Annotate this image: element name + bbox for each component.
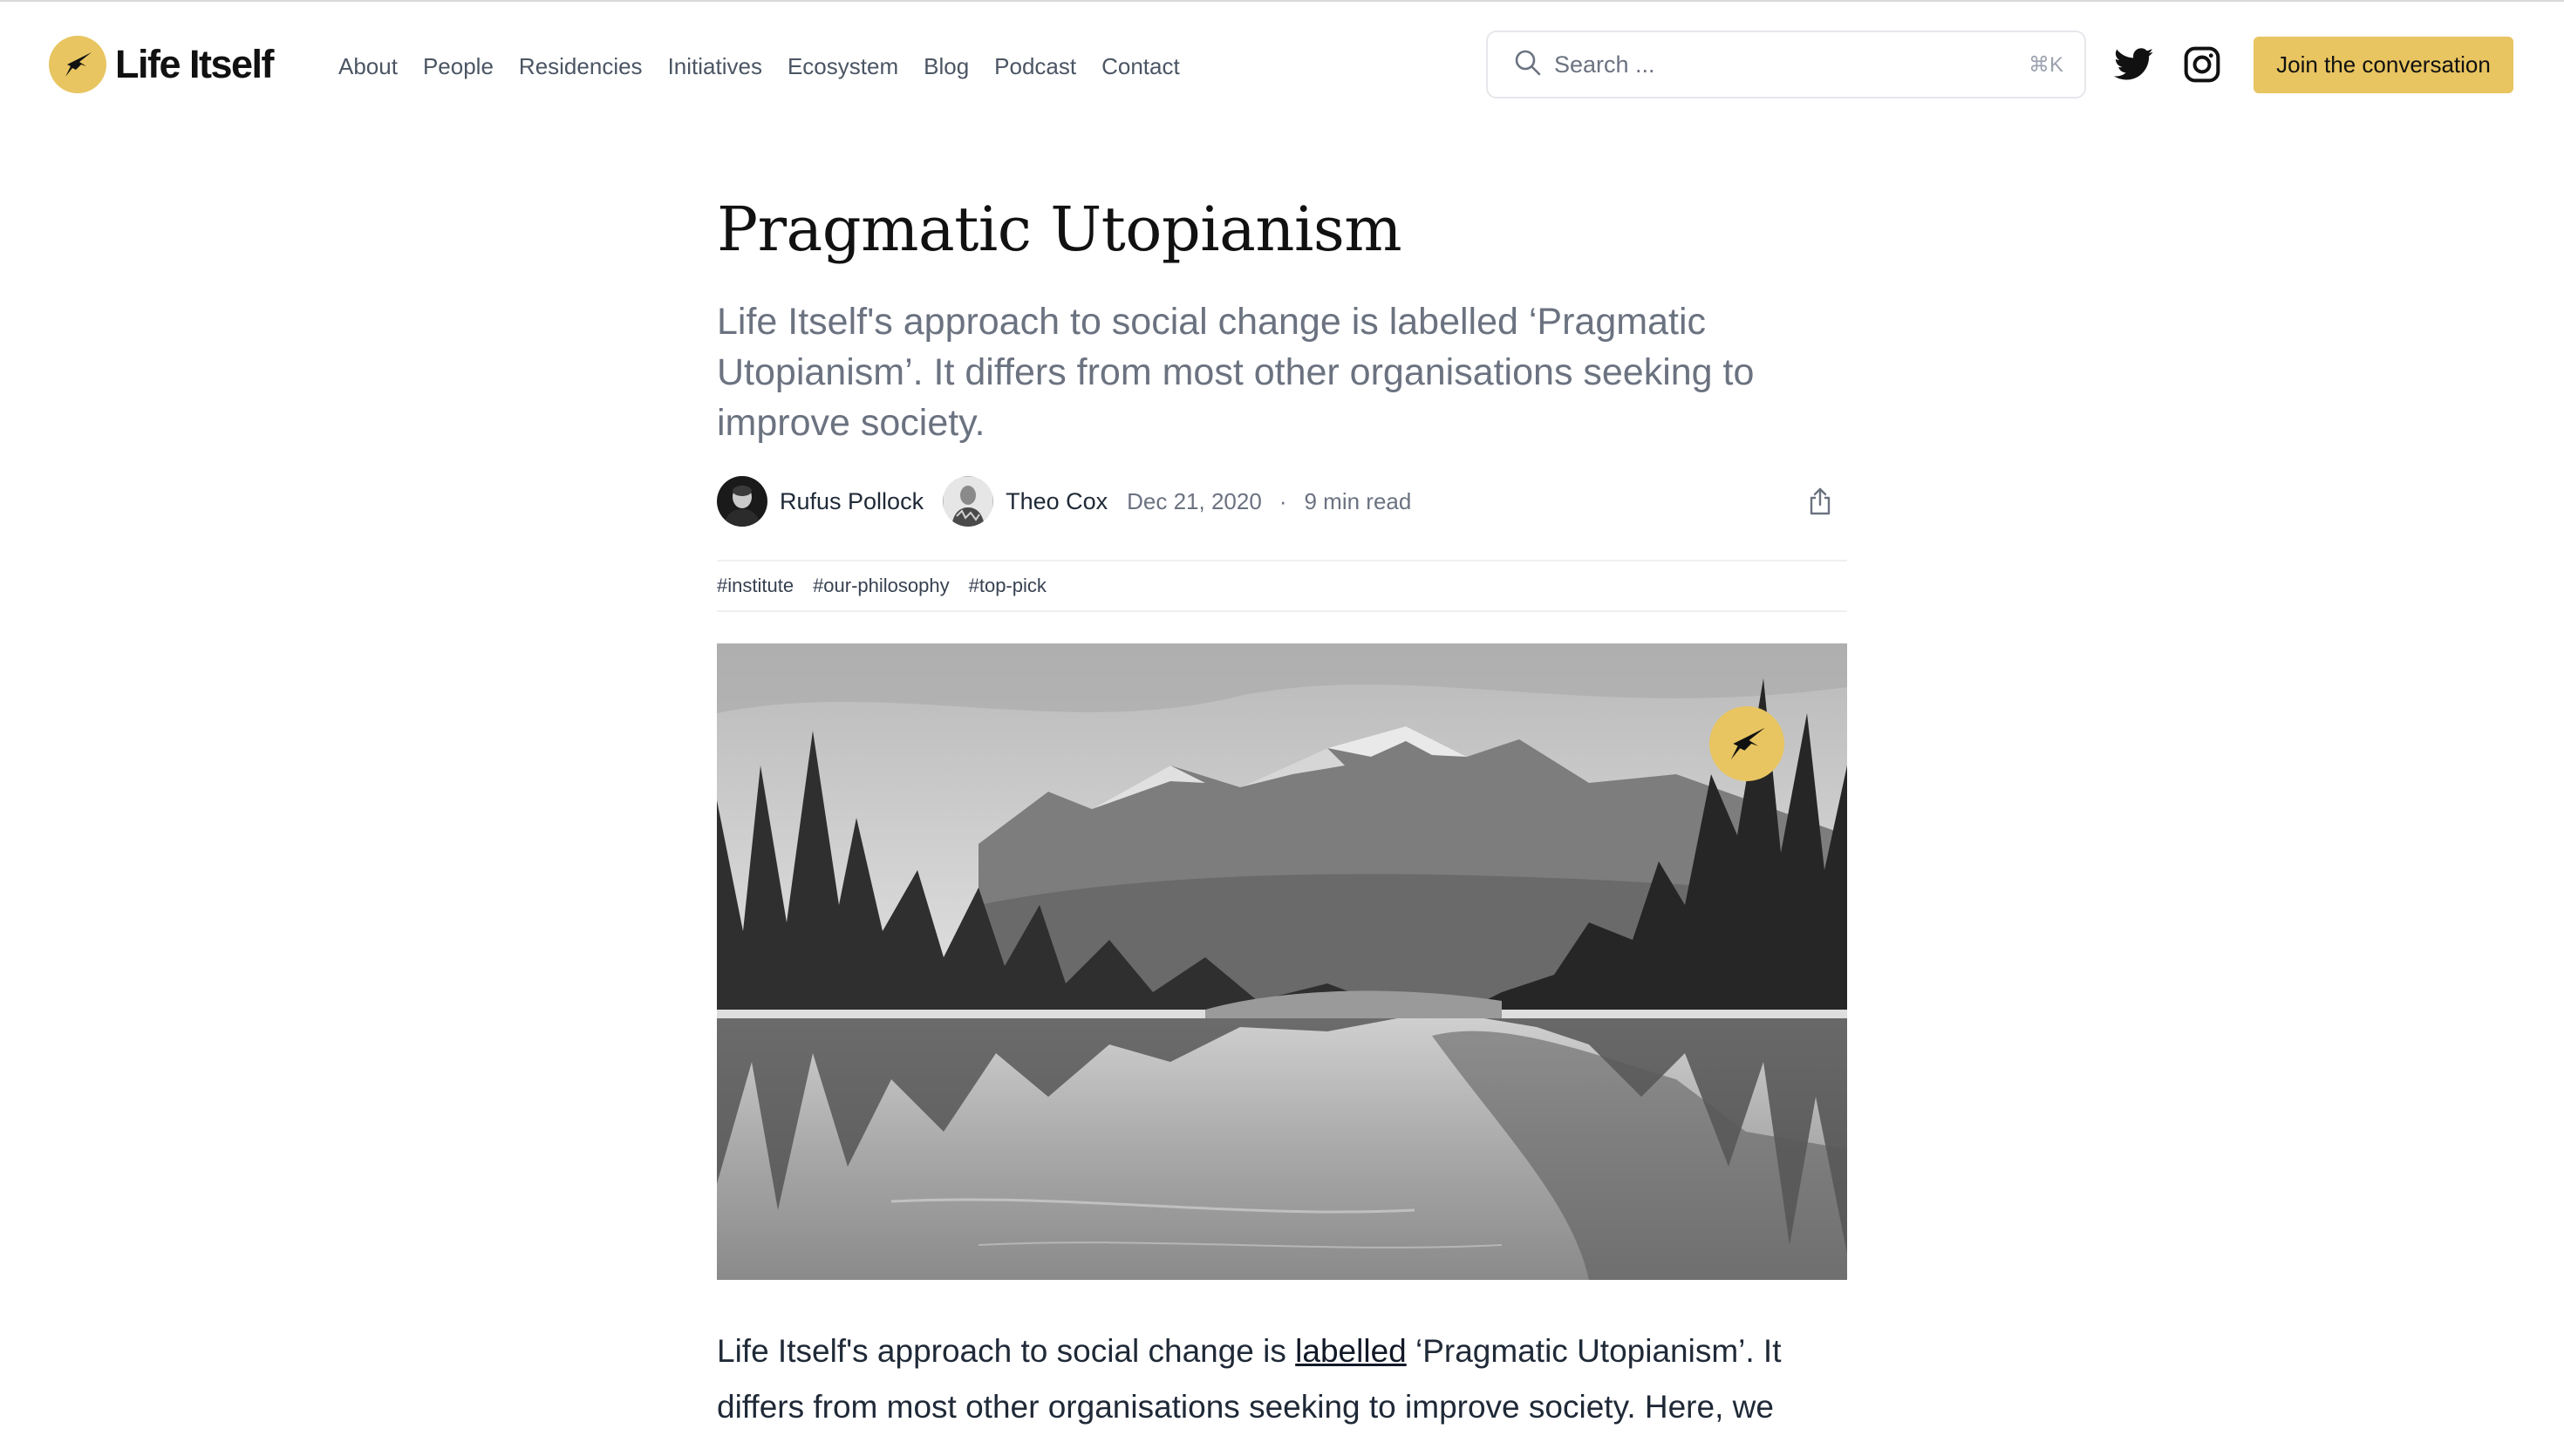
share-icon[interactable] [1805, 486, 1835, 516]
search-box[interactable]: ⌘K [1486, 31, 2086, 99]
meta-separator: · [1279, 487, 1287, 514]
twitter-icon[interactable] [2112, 43, 2156, 86]
nav-about[interactable]: About [338, 53, 398, 80]
join-conversation-button[interactable]: Join the conversation [2254, 37, 2513, 93]
nav-initiatives[interactable]: Initiatives [668, 53, 762, 80]
site-logo[interactable]: Life Itself [49, 35, 275, 94]
search-shortcut: ⌘K [2028, 52, 2063, 77]
swallow-logo-icon [49, 36, 106, 93]
author-theo-cox[interactable]: Theo Cox [1006, 488, 1108, 515]
nav-residencies[interactable]: Residencies [519, 53, 643, 80]
site-header: Life Itself About People Residencies Ini… [0, 0, 2564, 131]
author-rufus-pollock[interactable]: Rufus Pollock [780, 488, 924, 515]
nav-contact[interactable]: Contact [1101, 53, 1180, 80]
body-text-start: Life Itself's approach to social change … [717, 1333, 1296, 1369]
logo-text: Life Itself [115, 42, 275, 86]
nav-ecosystem[interactable]: Ecosystem [788, 53, 898, 80]
read-time: 9 min read [1304, 487, 1412, 514]
article: Pragmatic Utopianism Life Itself's appro… [717, 174, 1847, 1425]
tag-top-pick[interactable]: #top-pick [969, 575, 1047, 597]
publish-date: Dec 21, 2020 [1127, 487, 1262, 514]
tag-institute[interactable]: #institute [717, 575, 794, 597]
nav-people[interactable]: People [423, 53, 494, 80]
article-title: Pragmatic Utopianism [717, 194, 1402, 265]
avatar-theo-cox[interactable] [943, 476, 994, 527]
search-icon [1514, 49, 1542, 81]
avatar-rufus-pollock[interactable] [717, 476, 767, 527]
swallow-logo-icon [1709, 706, 1784, 781]
main-nav: About People Residencies Initiatives Eco… [338, 45, 1180, 87]
article-body: Life Itself's approach to social change … [717, 1323, 1847, 1435]
tag-our-philosophy[interactable]: #our-philosophy [813, 575, 950, 597]
article-lead: Life Itself's approach to social change … [717, 301, 1755, 444]
tag-list: #institute #our-philosophy #top-pick [717, 560, 1847, 612]
labelled-link[interactable]: labelled [1295, 1333, 1407, 1369]
nav-blog[interactable]: Blog [924, 53, 969, 80]
nav-podcast[interactable]: Podcast [994, 53, 1076, 80]
article-meta: Rufus Pollock Theo Cox Dec 21, 2020 · 9 … [717, 474, 1847, 528]
search-input[interactable] [1554, 51, 2029, 78]
hero-image [717, 643, 1847, 1280]
instagram-icon[interactable] [2180, 43, 2224, 86]
